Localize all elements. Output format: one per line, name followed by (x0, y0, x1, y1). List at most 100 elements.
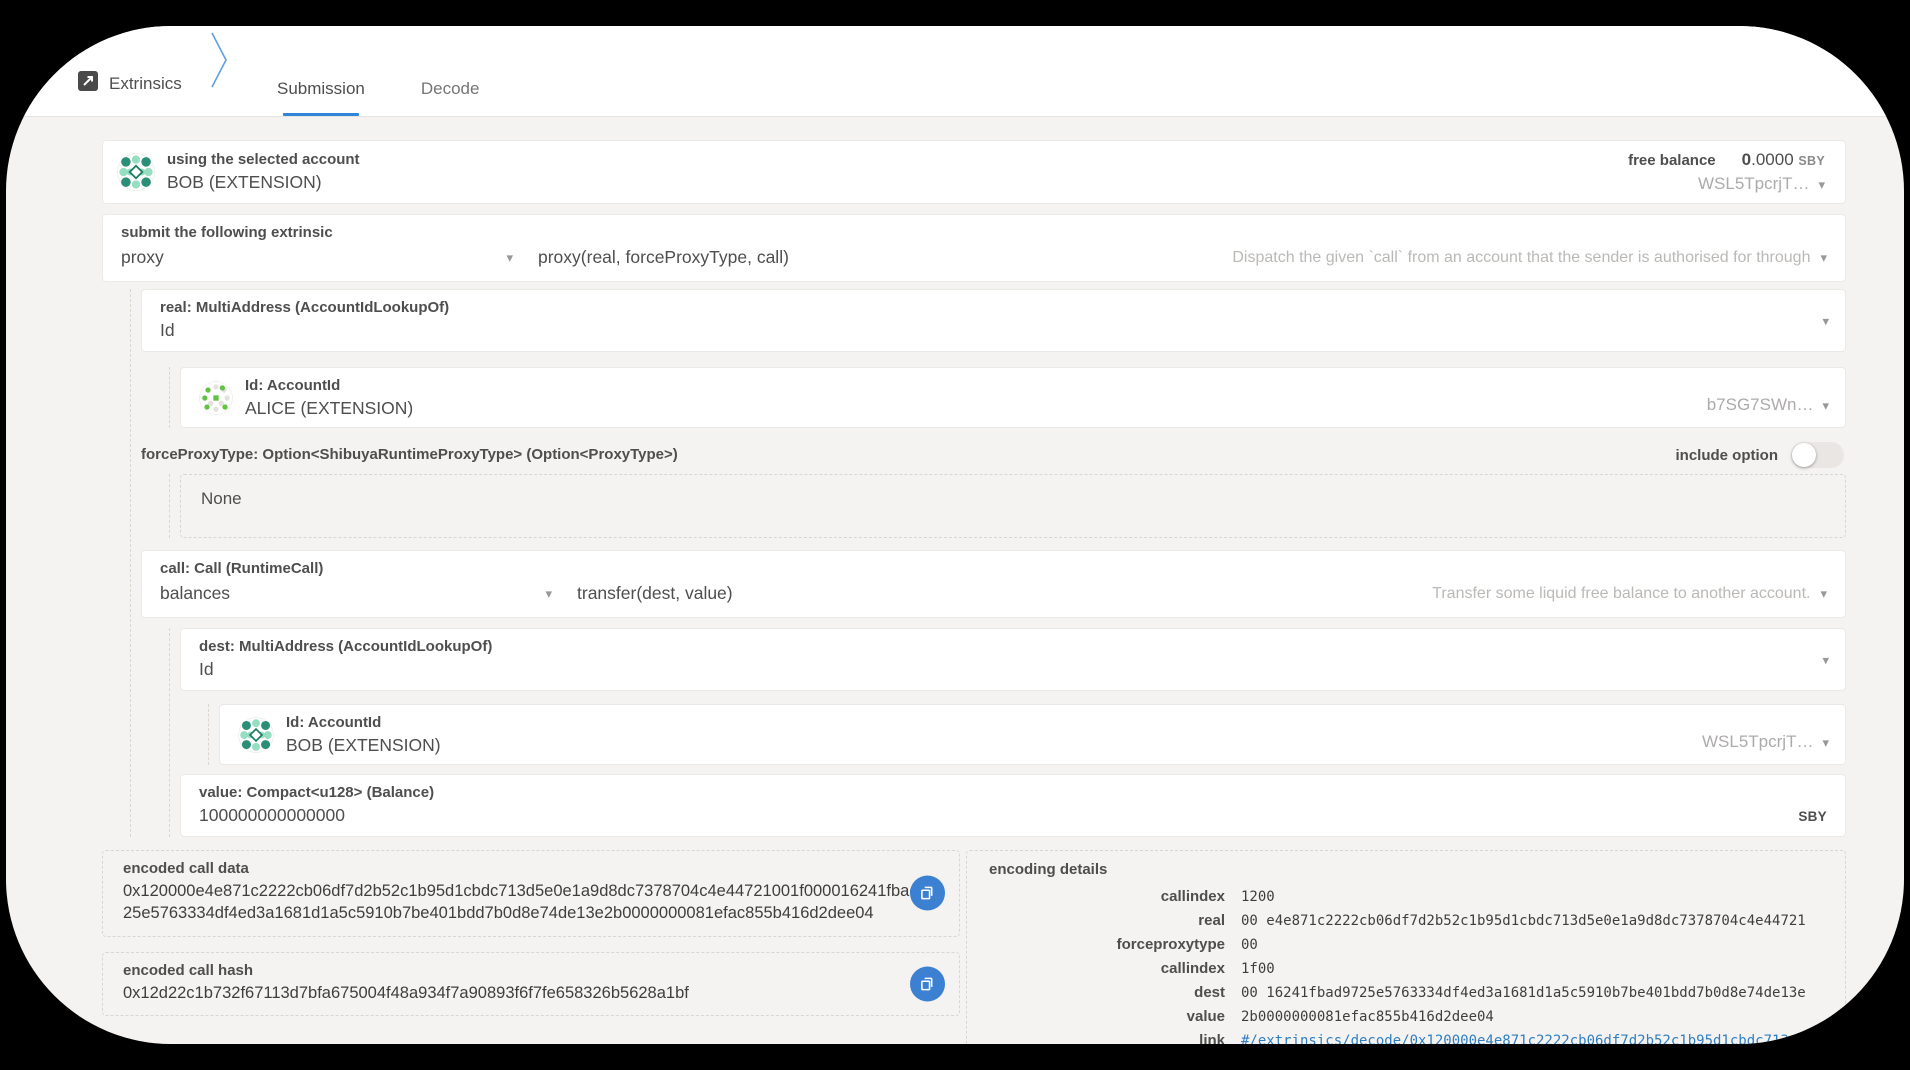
encoding-row-label: callindex (989, 960, 1225, 977)
param-call-card: call: Call (RuntimeCall) balances ▾ tran… (141, 550, 1846, 618)
decode-link[interactable]: #/extrinsics/decode/0x120000e4e871c2222c… (1241, 1033, 1823, 1044)
chevron-down-icon: ▾ (1822, 399, 1829, 412)
call-method: transfer(dest, value) (577, 583, 733, 604)
extrinsic-card: submit the following extrinsic proxy ▾ p… (102, 214, 1846, 282)
chevron-down-icon: ▾ (1822, 314, 1829, 327)
account-balance-block: free balance0.0000 SBY WSL5TpcrjT… ▾ (1628, 150, 1825, 194)
encoding-row-value: 00 16241fbad9725e5763334df4ed3a1681d1a5c… (1241, 985, 1823, 1001)
force-proxy-type-row: forceProxyType: Option<ShibuyaRuntimePro… (141, 442, 1846, 468)
real-id-address-dropdown[interactable]: b7SG7SWn… ▾ (1707, 395, 1829, 415)
encoded-section: encoded call data 0x120000e4e871c2222cb0… (102, 850, 1846, 1044)
chevron-down-icon: ▾ (1820, 587, 1827, 600)
encoding-row-value: 1200 (1241, 889, 1823, 905)
account-info: using the selected account BOB (EXTENSIO… (167, 151, 360, 193)
call-docs-dropdown[interactable]: Transfer some liquid free balance to ano… (1432, 585, 1827, 603)
chevron-down-icon: ▾ (1822, 736, 1829, 749)
encoding-details-title: encoding details (989, 861, 1823, 879)
chevron-down-icon: ▾ (545, 587, 552, 600)
encoding-row-label: value (989, 1008, 1225, 1025)
chevron-down-icon: ▾ (1822, 653, 1829, 666)
account-address-short: WSL5TpcrjT… (1698, 174, 1809, 194)
page-title: Extrinsics (109, 74, 182, 94)
copy-icon (919, 885, 936, 902)
free-balance-label: free balance (1628, 152, 1716, 169)
app-window: Extrinsics Submission Decode (6, 26, 1904, 1044)
encoded-call-hash-value: 0x12d22c1b732f67113d7bfa675004f48a934f7a… (123, 983, 939, 1005)
encoding-row-label: callindex (989, 888, 1225, 905)
param-real-label: real: MultiAddress (AccountIdLookupOf) (160, 299, 1827, 317)
free-balance-int: 0 (1742, 150, 1751, 169)
param-real-id-card: Id: AccountId ALICE (EXTENSION) b7SG7SWn… (180, 367, 1846, 428)
breadcrumb: Extrinsics (78, 71, 182, 96)
extrinsic-label: submit the following extrinsic (121, 224, 1827, 242)
extrinsic-docs-dropdown[interactable]: Dispatch the given `call` from an accoun… (1232, 249, 1827, 267)
encoded-call-data-value: 0x120000e4e871c2222cb06df7d2b52c1b95d1cb… (123, 881, 939, 925)
copy-icon (919, 975, 936, 992)
identicon-bob[interactable] (238, 717, 274, 753)
encoding-row-value: 00 (1241, 937, 1823, 953)
identicon-alice[interactable] (199, 381, 233, 415)
call-params-group: dest: MultiAddress (AccountIdLookupOf) I… (169, 628, 1846, 837)
force-proxy-type-value: None (201, 489, 242, 508)
account-address-dropdown[interactable]: WSL5TpcrjT… ▾ (1628, 174, 1825, 194)
param-dest-label: dest: MultiAddress (AccountIdLookupOf) (199, 638, 1827, 656)
chevron-down-icon: ▾ (1820, 251, 1827, 264)
encoded-call-hash-label: encoded call hash (123, 962, 939, 980)
param-value-label: value: Compact<u128> (Balance) (199, 784, 1827, 802)
param-dest-value: Id (199, 659, 1827, 680)
encoded-call-hash-box: encoded call hash 0x12d22c1b732f67113d7b… (102, 952, 960, 1017)
encoding-row-value: 1f00 (1241, 961, 1823, 977)
chevron-down-icon: ▾ (506, 251, 513, 264)
encoded-call-data-box: encoded call data 0x120000e4e871c2222cb0… (102, 850, 960, 937)
param-dest-card[interactable]: dest: MultiAddress (AccountIdLookupOf) I… (180, 628, 1846, 691)
copy-call-hash-button[interactable] (910, 966, 945, 1001)
dest-id-address-short: WSL5TpcrjT… (1702, 732, 1813, 752)
encoding-row-value: 2b0000000081efac855b416d2dee04 (1241, 1009, 1823, 1025)
include-option-label: include option (1676, 447, 1779, 464)
main-content: using the selected account BOB (EXTENSIO… (6, 117, 1904, 1044)
tab-submission[interactable]: Submission (273, 79, 369, 116)
param-value-input[interactable]: 100000000000000 (199, 805, 1827, 826)
page-header: Extrinsics Submission Decode (6, 26, 1904, 117)
encoding-details-box: encoding details callindex 1200 real 00 … (966, 850, 1846, 1044)
force-proxy-type-label: forceProxyType: Option<ShibuyaRuntimePro… (141, 446, 678, 464)
free-balance-row: free balance0.0000 SBY (1628, 150, 1825, 170)
call-docs-text: Transfer some liquid free balance to ano… (1432, 585, 1810, 603)
force-proxy-type-group: None (169, 474, 1846, 538)
param-real-card[interactable]: real: MultiAddress (AccountIdLookupOf) I… (141, 289, 1846, 352)
call-row: balances ▾ transfer(dest, value) Transfe… (160, 583, 1827, 604)
selected-account-card: using the selected account BOB (EXTENSIO… (102, 140, 1846, 204)
extrinsic-section-dropdown[interactable]: proxy ▾ (121, 247, 513, 268)
extrinsic-section-value: proxy (121, 247, 164, 268)
param-call-label: call: Call (RuntimeCall) (160, 560, 1827, 578)
copy-call-data-button[interactable] (910, 876, 945, 911)
identicon-bob[interactable] (117, 153, 155, 191)
extrinsic-method: proxy(real, forceProxyType, call) (538, 247, 789, 268)
call-section-value: balances (160, 583, 230, 604)
tab-decode[interactable]: Decode (417, 79, 484, 116)
encoding-details-grid: callindex 1200 real 00 e4e871c2222cb06df… (989, 888, 1823, 1044)
encoding-row-label: link (989, 1032, 1225, 1044)
extrinsic-row: proxy ▾ proxy(real, forceProxyType, call… (121, 247, 1827, 268)
dest-id-info: Id: AccountId BOB (EXTENSION) (286, 714, 441, 756)
param-dest-id-value: BOB (EXTENSION) (286, 735, 441, 756)
real-id-group: Id: AccountId ALICE (EXTENSION) b7SG7SWn… (169, 367, 1846, 428)
param-dest-id-label: Id: AccountId (286, 714, 441, 732)
encoding-row-value: 00 e4e871c2222cb06df7d2b52c1b95d1cbdc713… (1241, 913, 1823, 929)
include-option-toggle[interactable] (1791, 442, 1844, 468)
dest-id-address-dropdown[interactable]: WSL5TpcrjT… ▾ (1702, 732, 1829, 752)
param-real-id-label: Id: AccountId (245, 377, 413, 395)
free-balance-unit: SBY (1798, 154, 1825, 168)
extrinsic-params-group: real: MultiAddress (AccountIdLookupOf) I… (130, 289, 1846, 837)
encoding-row-label: dest (989, 984, 1225, 1001)
encoding-row-label: forceproxytype (989, 936, 1225, 953)
encoding-row-label: real (989, 912, 1225, 929)
dest-id-group: Id: AccountId BOB (EXTENSION) WSL5TpcrjT… (208, 704, 1846, 765)
include-option-control: include option (1676, 442, 1845, 468)
force-proxy-type-none-box: None (180, 474, 1846, 538)
real-id-info: Id: AccountId ALICE (EXTENSION) (245, 377, 413, 419)
real-id-address-short: b7SG7SWn… (1707, 395, 1814, 415)
param-real-id-value: ALICE (EXTENSION) (245, 398, 413, 419)
call-section-dropdown[interactable]: balances ▾ (160, 583, 552, 604)
value-unit: SBY (1798, 809, 1827, 824)
